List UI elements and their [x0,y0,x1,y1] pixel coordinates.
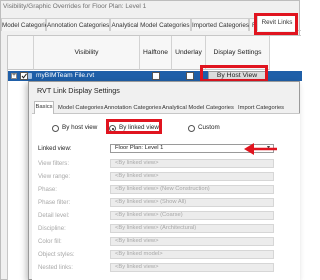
basics-panel: By host view By linked view Custom Linke… [32,114,300,280]
column-visibility[interactable]: Visibility [34,36,140,70]
phase-field: <By linked view> (New Construction) [110,185,274,194]
column-display-settings[interactable]: Display Settings [206,36,270,70]
phase-filter-label: Phase filter: [38,199,71,206]
detail-level-label: Detail level: [38,212,70,219]
row-header-corner [8,36,34,70]
dialog-tab-basics[interactable]: Basics [34,101,54,114]
column-halftone[interactable]: Halftone [140,36,172,70]
underlay-checkbox[interactable] [186,72,194,80]
dialog-tab-annotation-categories[interactable]: Annotation Categories [104,103,161,114]
dialog-title: RVT Link Display Settings [37,86,120,95]
phase-label: Phase: [38,186,57,193]
color-fill-field: <By linked view> [110,237,274,246]
halftone-checkbox[interactable] [152,72,160,80]
by-host-view-button[interactable]: By Host View [208,71,266,81]
radio-selected-icon[interactable] [109,125,116,132]
red-arrow-icon [244,143,277,155]
tab-revit-links[interactable]: Revit Links [257,15,297,31]
dialog-tab-model-categories[interactable]: Model Categories [58,103,103,114]
linked-view-value: Floor Plan: Level 1 [115,145,164,151]
tab-model-categories[interactable]: Model Categories [1,18,51,31]
nested-links-field: <By linked view> [110,263,274,272]
object-styles-field: <By linked model> [110,250,274,259]
link-file-name: myBIMTeam File.rvt [36,72,95,79]
phase-filter-field: <By linked view> (Show All) [110,198,274,207]
nested-links-label: Nested links: [38,264,73,271]
tab-annotation-categories[interactable]: Annotation Categories [46,18,110,31]
radio-circle-icon[interactable] [188,125,195,132]
tab-analytical-model-categories[interactable]: Analytical Model Categories [110,18,191,31]
visibility-checkbox-icon[interactable] [20,72,32,80]
link-row[interactable]: + myBIMTeam File.rvt By Host View [8,71,302,81]
column-underlay[interactable]: Underlay [172,36,206,70]
radio-label: Custom [198,124,220,131]
object-styles-label: Object styles: [38,251,75,258]
view-filters-field: <By linked view> [110,159,274,168]
dialog-tab-strip: Basics Model Categories Annotation Categ… [32,101,300,114]
dialog-tab-import-categories[interactable]: Import Categories [238,103,284,114]
dialog-tab-analytical-model-categories[interactable]: Analytical Model Categories [162,103,234,114]
radio-circle-icon[interactable] [52,125,59,132]
view-range-field: <By linked view> [110,172,274,181]
view-filters-label: View filters: [38,160,70,167]
view-range-label: View range: [38,173,71,180]
main-tab-strip: Model Categories Annotation Categories A… [1,15,301,31]
rvt-link-display-settings-dialog: RVT Link Display Settings Basics Model C… [28,81,300,280]
discipline-field: <By linked view> (Architectural) [110,224,274,233]
window-title: Visibility/Graphic Overrides for Floor P… [3,3,147,10]
detail-level-field: <By linked view> (Coarse) [110,211,274,220]
expand-icon[interactable]: + [11,73,17,79]
radio-label: By host view [62,124,98,131]
linked-view-label: Linked view: [38,145,72,152]
tab-imported-categories[interactable]: Imported Categories [191,18,249,31]
discipline-label: Discipline: [38,225,66,232]
radio-label: By linked view [119,124,159,131]
color-fill-label: Color fill: [38,238,62,245]
